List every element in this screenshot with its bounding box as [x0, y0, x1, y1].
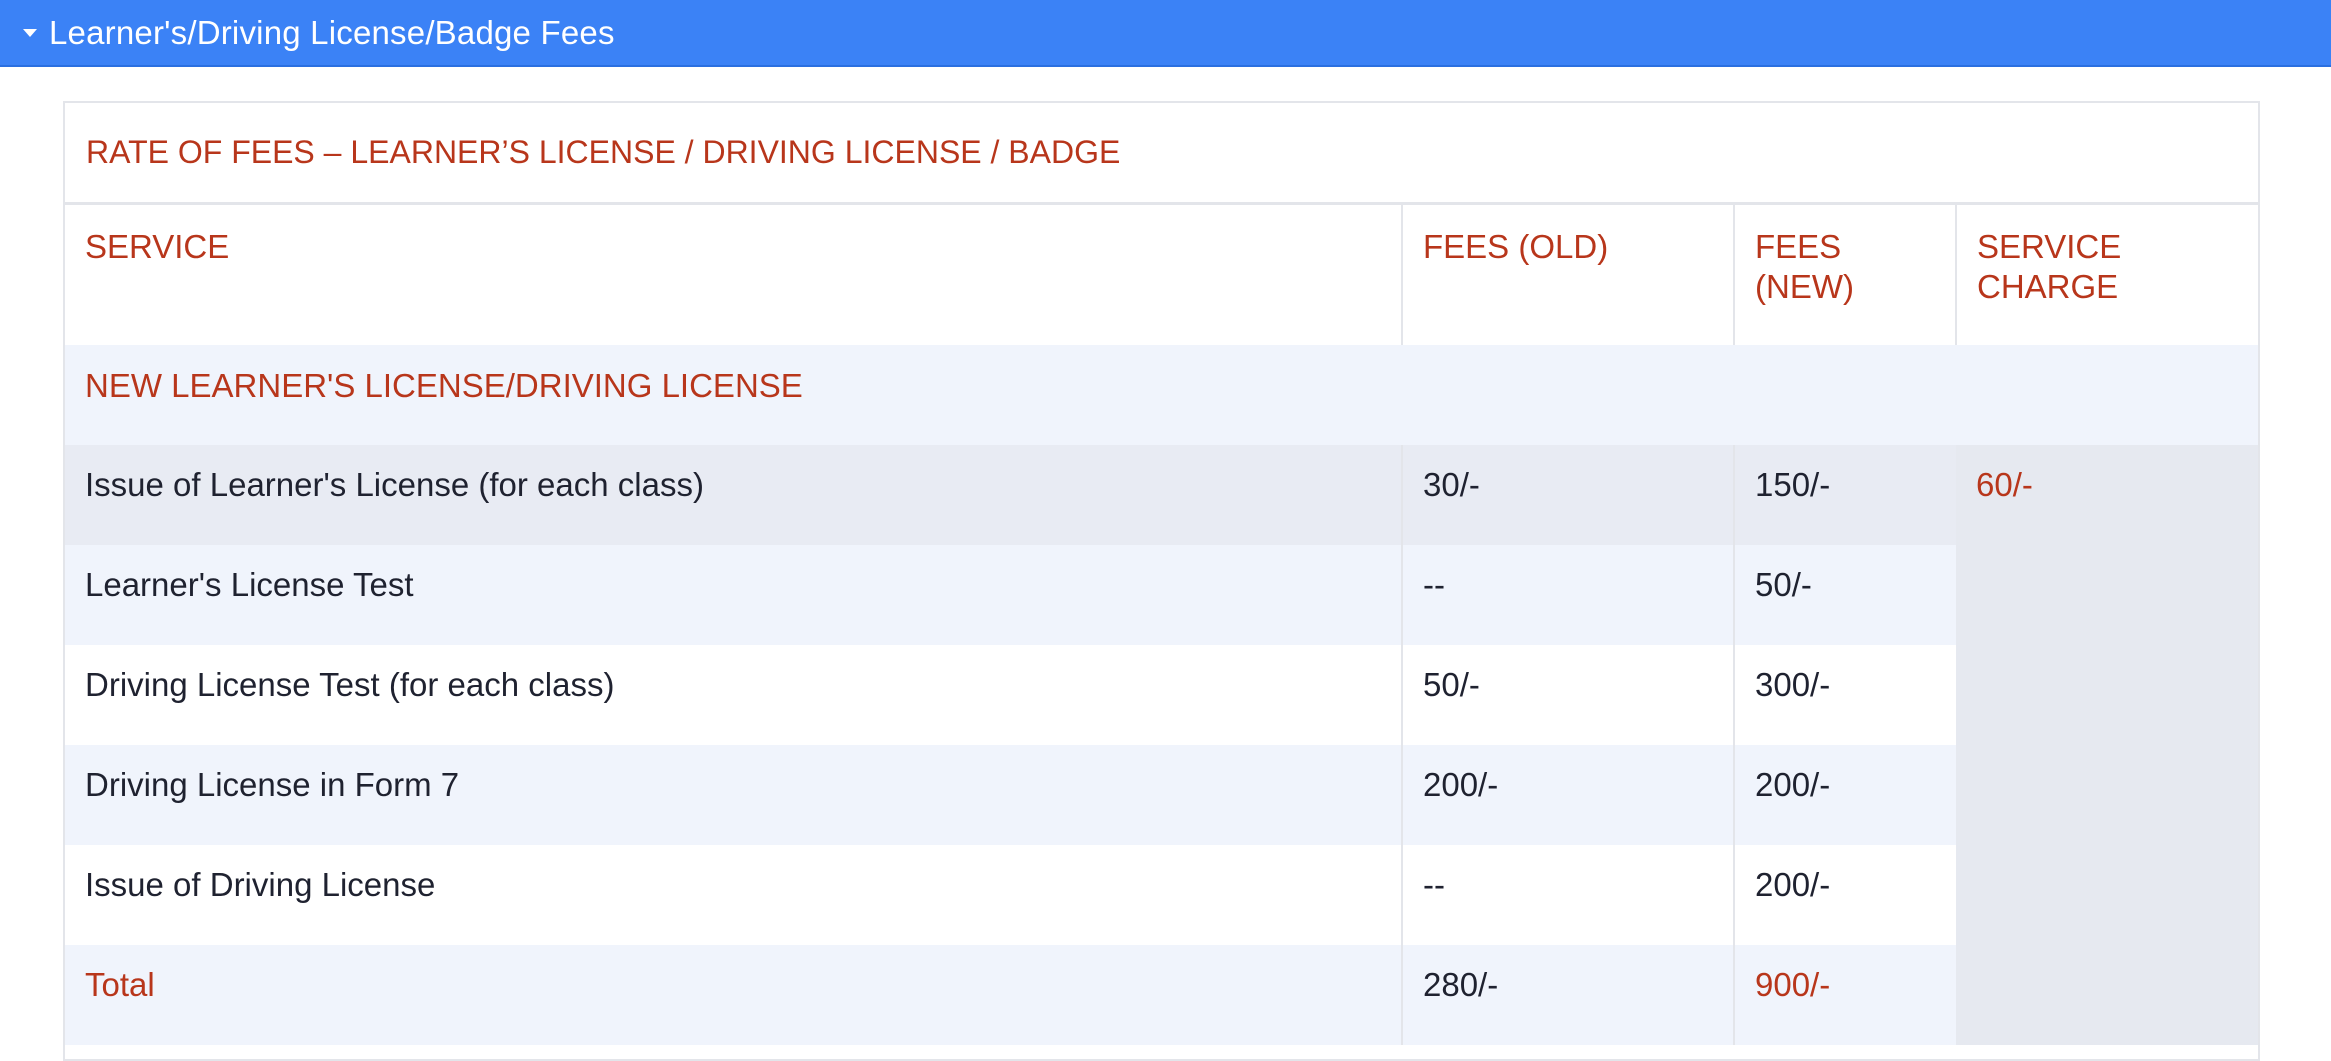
service-cell: Issue of Driving License: [65, 845, 1403, 945]
table-row: Issue of Learner's License (for each cla…: [65, 445, 2258, 1045]
fees-old-cell: 200/-: [1402, 745, 1735, 845]
fees-new-cell: 150/-: [1734, 445, 1956, 545]
table-header-row: SERVICE FEES (OLD) FEES (NEW) SERVICE CH…: [65, 205, 2258, 345]
service-cell: Learner's License Test: [65, 545, 1403, 645]
fees-old-cell: 50/-: [1402, 645, 1735, 745]
fees-old-cell: --: [1402, 845, 1735, 945]
table-row: Learner's License Test -- 50/-: [65, 545, 2258, 645]
fees-table: SERVICE FEES (OLD) FEES (NEW) SERVICE CH…: [65, 205, 2258, 1045]
fees-old-cell: 30/-: [1402, 445, 1735, 545]
fees-panel: RATE OF FEES – LEARNER’S LICENSE / DRIVI…: [63, 101, 2260, 1061]
total-row: Total 280/- 900/-: [65, 945, 2258, 1045]
fees-new-cell: 300/-: [1734, 645, 1956, 745]
accordion-title: Learner's/Driving License/Badge Fees: [49, 13, 615, 51]
table-row: Driving License Test (for each class) 50…: [65, 645, 2258, 745]
total-fees-old: 280/-: [1402, 945, 1735, 1045]
section-row: NEW LEARNER'S LICENSE/DRIVING LICENSE: [65, 345, 2258, 445]
column-header-fees-old: FEES (OLD): [1402, 205, 1735, 345]
fees-new-cell: 200/-: [1734, 845, 1956, 945]
section-title: NEW LEARNER'S LICENSE/DRIVING LICENSE: [65, 345, 2258, 445]
total-fees-new: 900/-: [1734, 945, 1956, 1045]
table-row: Driving License in Form 7 200/- 200/-: [65, 745, 2258, 845]
table-caption: RATE OF FEES – LEARNER’S LICENSE / DRIVI…: [65, 103, 2258, 205]
service-cell: Issue of Learner's License (for each cla…: [65, 445, 1403, 545]
column-header-service-charge: SERVICE CHARGE: [1977, 228, 2122, 305]
caret-down-icon: [23, 28, 37, 37]
accordion-header-license-fees[interactable]: Learner's/Driving License/Badge Fees: [0, 0, 2331, 67]
column-header-service: SERVICE: [65, 205, 1403, 345]
fees-new-cell: 200/-: [1734, 745, 1956, 845]
total-label: Total: [65, 945, 1403, 1045]
column-header-fees-new: FEES (NEW): [1734, 205, 1957, 345]
fees-old-cell: --: [1402, 545, 1735, 645]
service-cell: Driving License Test (for each class): [65, 645, 1403, 745]
fees-new-cell: 50/-: [1734, 545, 1956, 645]
service-charge-cell: 60/-: [1956, 445, 2258, 1045]
table-row: Issue of Driving License -- 200/-: [65, 845, 2258, 945]
service-cell: Driving License in Form 7: [65, 745, 1403, 845]
